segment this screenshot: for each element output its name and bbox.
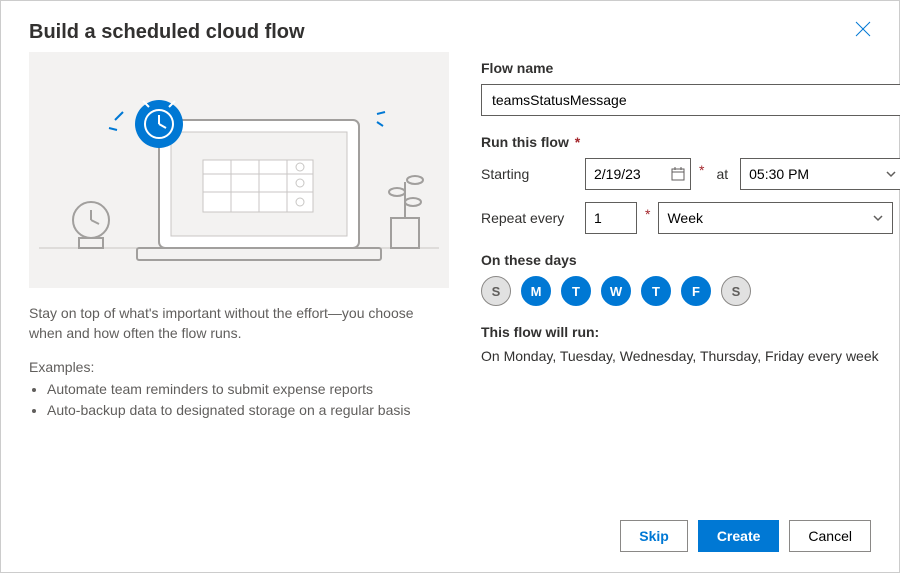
dialog-title: Build a scheduled cloud flow <box>29 21 305 44</box>
day-toggle-5[interactable]: F <box>681 276 711 306</box>
example-item: Auto-backup data to designated storage o… <box>47 400 449 421</box>
summary-label: This flow will run: <box>481 324 900 340</box>
required-marker: * <box>645 206 650 222</box>
day-toggle-0[interactable]: S <box>481 276 511 306</box>
repeat-value-input[interactable] <box>585 202 637 234</box>
dialog-header: Build a scheduled cloud flow <box>1 1 899 52</box>
examples-label: Examples: <box>29 359 449 375</box>
flow-name-input[interactable] <box>481 84 900 116</box>
close-icon <box>855 21 871 37</box>
at-label: at <box>716 166 728 182</box>
day-picker: SMTWTFS <box>481 276 900 306</box>
dialog-body: Stay on top of what's important without … <box>1 52 899 504</box>
run-this-flow-section: Run this flow * Starting 2/19/23 * at 05… <box>481 134 900 234</box>
starting-row: Starting 2/19/23 * at 05:30 PM <box>481 158 900 190</box>
chevron-down-icon <box>885 168 897 180</box>
starting-date-input[interactable]: 2/19/23 <box>585 158 691 190</box>
flow-name-label: Flow name <box>481 60 900 76</box>
day-toggle-1[interactable]: M <box>521 276 551 306</box>
day-toggle-4[interactable]: T <box>641 276 671 306</box>
dialog-footer: Skip Create Cancel <box>1 504 899 572</box>
right-pane: Flow name Run this flow * Starting 2/19/… <box>481 52 900 504</box>
starting-date-value: 2/19/23 <box>594 166 641 182</box>
example-item: Automate team reminders to submit expens… <box>47 379 449 400</box>
illustration-svg <box>29 52 449 288</box>
summary-text: On Monday, Tuesday, Wednesday, Thursday,… <box>481 348 900 364</box>
on-these-days-label: On these days <box>481 252 900 268</box>
starting-time-dropdown[interactable]: 05:30 PM <box>740 158 900 190</box>
create-button[interactable]: Create <box>698 520 780 552</box>
close-button[interactable] <box>855 21 871 37</box>
repeat-unit-value: Week <box>667 210 703 226</box>
cancel-button[interactable]: Cancel <box>789 520 871 552</box>
day-toggle-2[interactable]: T <box>561 276 591 306</box>
on-these-days-section: On these days SMTWTFS <box>481 252 900 306</box>
required-marker: * <box>699 162 704 178</box>
skip-button[interactable]: Skip <box>620 520 688 552</box>
summary-section: This flow will run: On Monday, Tuesday, … <box>481 324 900 364</box>
repeat-unit-dropdown[interactable]: Week <box>658 202 892 234</box>
dialog: Build a scheduled cloud flow <box>0 0 900 573</box>
left-pane: Stay on top of what's important without … <box>29 52 449 504</box>
starting-time-value: 05:30 PM <box>749 166 809 182</box>
run-this-flow-label: Run this flow * <box>481 134 900 150</box>
chevron-down-icon <box>872 212 884 224</box>
repeat-every-label: Repeat every <box>481 210 577 226</box>
day-toggle-3[interactable]: W <box>601 276 631 306</box>
examples-list: Automate team reminders to submit expens… <box>29 379 449 421</box>
repeat-row: Repeat every * Week * <box>481 202 900 234</box>
calendar-icon <box>670 166 686 182</box>
illustration <box>29 52 449 288</box>
day-toggle-6[interactable]: S <box>721 276 751 306</box>
description: Stay on top of what's important without … <box>29 304 449 343</box>
flow-name-field: Flow name <box>481 60 900 116</box>
starting-label: Starting <box>481 166 577 182</box>
